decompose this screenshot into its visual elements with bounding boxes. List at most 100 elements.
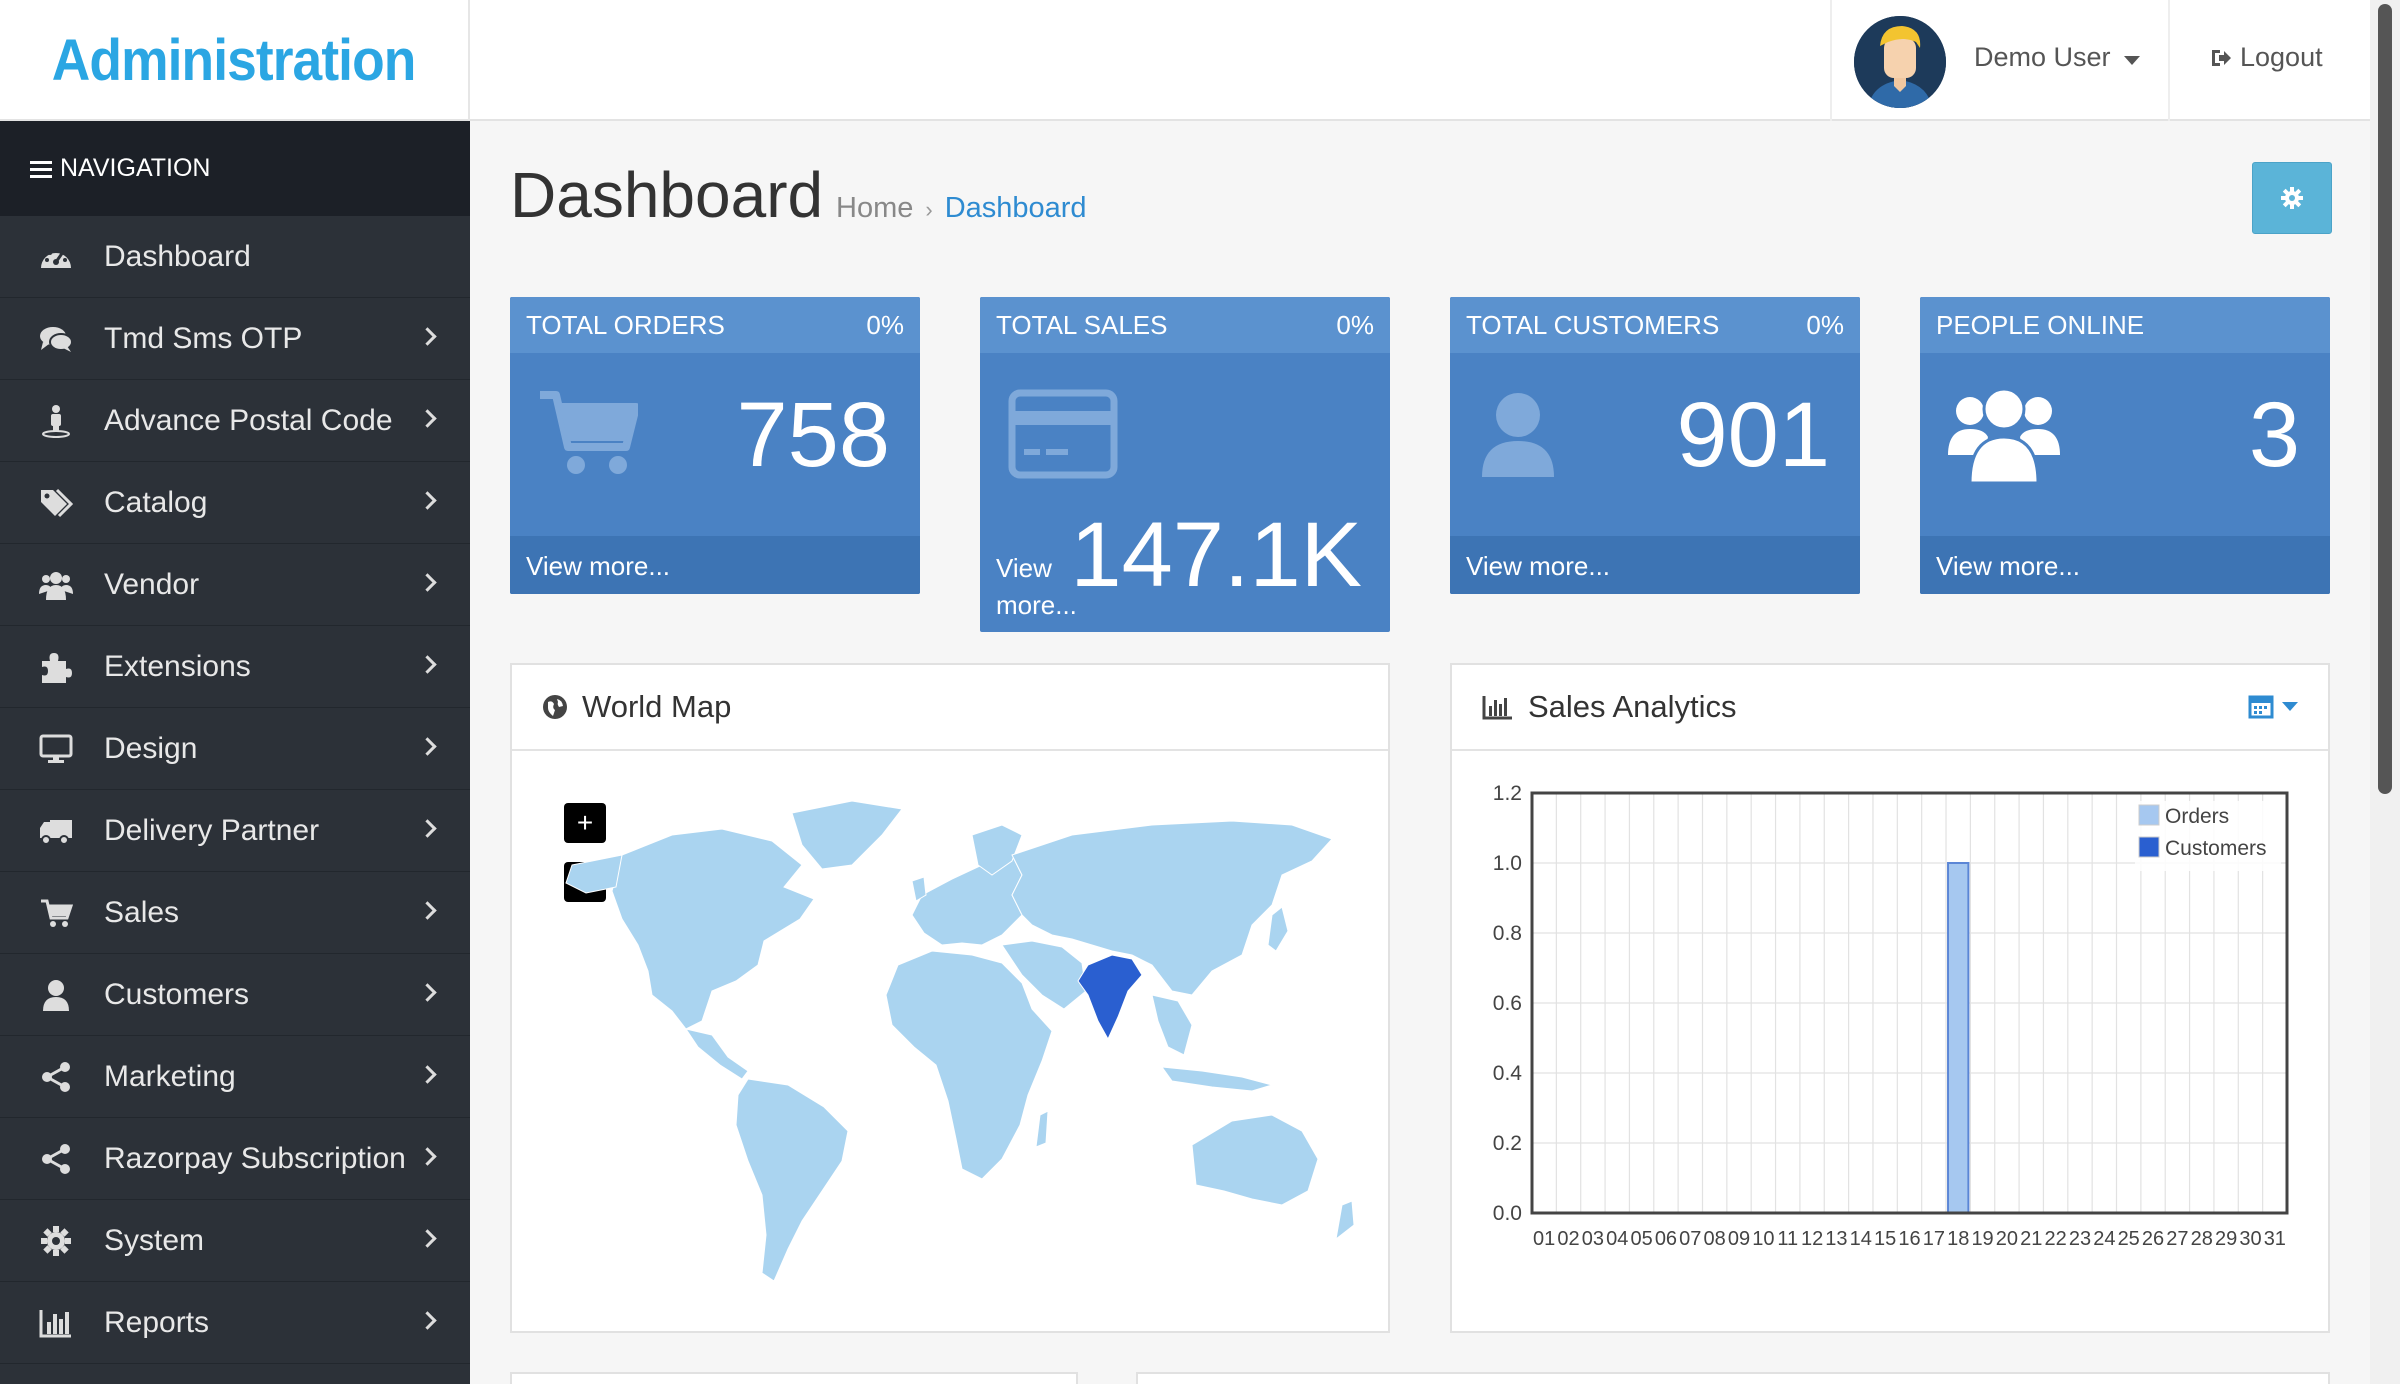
chart-bar-orders bbox=[1947, 862, 1970, 1214]
map-madagascar bbox=[1035, 1110, 1049, 1148]
x-tick-label: 24 bbox=[2093, 1228, 2115, 1250]
sidebar: NAVIGATION Dashboard Tmd Sms OTP Advance P… bbox=[0, 121, 470, 1384]
legend-swatch bbox=[2138, 836, 2160, 858]
users-icon bbox=[1948, 379, 2060, 490]
sidebar-item-reports[interactable]: Reports bbox=[0, 1282, 470, 1364]
dashboard-icon bbox=[38, 239, 74, 275]
scrollbar-thumb[interactable] bbox=[2378, 4, 2392, 794]
sidebar-item-vendor[interactable]: Vendor bbox=[0, 544, 470, 626]
calendar-icon bbox=[2248, 695, 2274, 719]
user-menu[interactable]: Demo User bbox=[1830, 0, 2170, 121]
x-tick-label: 18 bbox=[1947, 1228, 1969, 1250]
sidebar-item-label: Tmd Sms OTP bbox=[104, 321, 303, 355]
breadcrumb-separator: › bbox=[925, 197, 933, 222]
map-southeast-asia bbox=[1151, 994, 1193, 1056]
x-tick-label: 05 bbox=[1630, 1228, 1652, 1250]
legend-label: Customers bbox=[2165, 837, 2267, 860]
users-icon bbox=[38, 567, 74, 603]
chevron-right-icon bbox=[418, 1147, 437, 1166]
tile-value: 147.1K bbox=[1070, 504, 1362, 606]
map-alaska bbox=[565, 854, 623, 894]
sign-out-icon bbox=[2212, 49, 2231, 66]
chevron-right-icon bbox=[418, 1311, 437, 1330]
y-tick-label: 0.0 bbox=[1493, 1202, 1522, 1225]
sidebar-item-sales[interactable]: Sales bbox=[0, 872, 470, 954]
shopping-cart-icon bbox=[538, 389, 640, 482]
view-more-link[interactable]: View more... bbox=[1936, 551, 2080, 582]
breadcrumb-current[interactable]: Dashboard bbox=[945, 192, 1087, 225]
tags-icon bbox=[38, 485, 74, 521]
chevron-right-icon bbox=[418, 983, 437, 1002]
sidebar-item-label: Vendor bbox=[104, 567, 200, 601]
map-south-america bbox=[735, 1078, 849, 1282]
chevron-right-icon bbox=[418, 901, 437, 920]
legend-label: Orders bbox=[2165, 805, 2229, 828]
sidebar-item-label: Delivery Partner bbox=[104, 813, 320, 847]
cog-icon bbox=[2281, 187, 2303, 209]
tile-value: 3 bbox=[2248, 384, 2300, 486]
chevron-right-icon bbox=[418, 819, 437, 838]
tile-header: TOTAL SALES 0% bbox=[980, 297, 1390, 353]
sidebar-item-delivery-partner[interactable]: Delivery Partner bbox=[0, 790, 470, 872]
x-tick-label: 06 bbox=[1655, 1228, 1677, 1250]
breadcrumb-home[interactable]: Home bbox=[836, 192, 913, 225]
x-tick-label: 21 bbox=[2020, 1228, 2042, 1250]
sidebar-item-label: Reports bbox=[104, 1305, 210, 1339]
map-japan bbox=[1267, 906, 1289, 952]
map-indonesia bbox=[1160, 1066, 1274, 1092]
sidebar-item-extensions[interactable]: Extensions bbox=[0, 626, 470, 708]
date-range-dropdown[interactable] bbox=[2248, 693, 2298, 719]
cog-icon bbox=[38, 1223, 74, 1259]
x-tick-label: 22 bbox=[2045, 1228, 2067, 1250]
logo[interactable]: Administration bbox=[0, 0, 470, 121]
tile-total-sales: TOTAL SALES 0% 147.1K View more... bbox=[980, 297, 1390, 632]
sidebar-item-label: Design bbox=[104, 731, 198, 765]
bar-chart-icon bbox=[38, 1305, 74, 1341]
map-africa bbox=[885, 950, 1053, 1180]
x-tick-label: 04 bbox=[1606, 1228, 1628, 1250]
y-tick-label: 0.2 bbox=[1493, 1132, 1522, 1155]
page-scrollbar[interactable] bbox=[2370, 0, 2400, 1384]
x-tick-label: 15 bbox=[1874, 1228, 1896, 1250]
panel-title: World Map bbox=[582, 689, 732, 724]
sidebar-item-catalog[interactable]: Catalog bbox=[0, 462, 470, 544]
y-tick-label: 0.4 bbox=[1493, 1062, 1523, 1085]
sidebar-item-razorpay-subscription[interactable]: Razorpay Subscription bbox=[0, 1118, 470, 1200]
tile-title: TOTAL CUSTOMERS bbox=[1466, 309, 1720, 340]
comments-icon bbox=[38, 321, 74, 357]
sidebar-item-marketing[interactable]: Marketing bbox=[0, 1036, 470, 1118]
legend-swatch bbox=[2138, 804, 2160, 826]
user-icon bbox=[1478, 389, 1558, 484]
sales-analytics-panel: Sales Analytics 0.0 0.2 0.4 0.6 0.8 1.0 1.2 01 0… bbox=[1450, 663, 2330, 1333]
x-tick-label: 02 bbox=[1557, 1228, 1579, 1250]
sidebar-item-label: Extensions bbox=[104, 649, 251, 683]
logout-link[interactable]: Logout bbox=[2210, 42, 2323, 73]
settings-button[interactable] bbox=[2252, 162, 2332, 234]
tile-percent: 0% bbox=[1806, 309, 1844, 340]
credit-card-icon bbox=[1008, 389, 1118, 484]
x-tick-label: 03 bbox=[1582, 1228, 1604, 1250]
sidebar-item-label: Advance Postal Code bbox=[104, 403, 393, 437]
tile-header: TOTAL CUSTOMERS 0% bbox=[1450, 297, 1860, 353]
tile-header: PEOPLE ONLINE bbox=[1920, 297, 2330, 353]
world-map[interactable] bbox=[552, 795, 1372, 1315]
view-more-link[interactable]: View more... bbox=[526, 551, 670, 582]
sidebar-item-customers[interactable]: Customers bbox=[0, 954, 470, 1036]
panel-header: World Map bbox=[512, 665, 1388, 751]
chevron-right-icon bbox=[418, 655, 437, 674]
sidebar-item-design[interactable]: Design bbox=[0, 708, 470, 790]
logout-label: Logout bbox=[2240, 42, 2323, 72]
nav-list: Dashboard Tmd Sms OTP Advance Postal Code C… bbox=[0, 216, 470, 1364]
view-more-link[interactable]: View more... bbox=[1466, 551, 1610, 582]
x-tick-label: 19 bbox=[1971, 1228, 1993, 1250]
sidebar-item-advance-postal-code[interactable]: Advance Postal Code bbox=[0, 380, 470, 462]
sidebar-item-label: Razorpay Subscription bbox=[104, 1141, 406, 1175]
view-more-link[interactable]: View more... bbox=[996, 550, 1096, 624]
sidebar-item-system[interactable]: System bbox=[0, 1200, 470, 1282]
tile-header: TOTAL ORDERS 0% bbox=[510, 297, 920, 353]
sidebar-item-tmd-sms-otp[interactable]: Tmd Sms OTP bbox=[0, 298, 470, 380]
chevron-right-icon bbox=[418, 1229, 437, 1248]
x-tick-label: 08 bbox=[1704, 1228, 1726, 1250]
tile-title: TOTAL ORDERS bbox=[526, 309, 725, 340]
sidebar-item-dashboard[interactable]: Dashboard bbox=[0, 216, 470, 298]
